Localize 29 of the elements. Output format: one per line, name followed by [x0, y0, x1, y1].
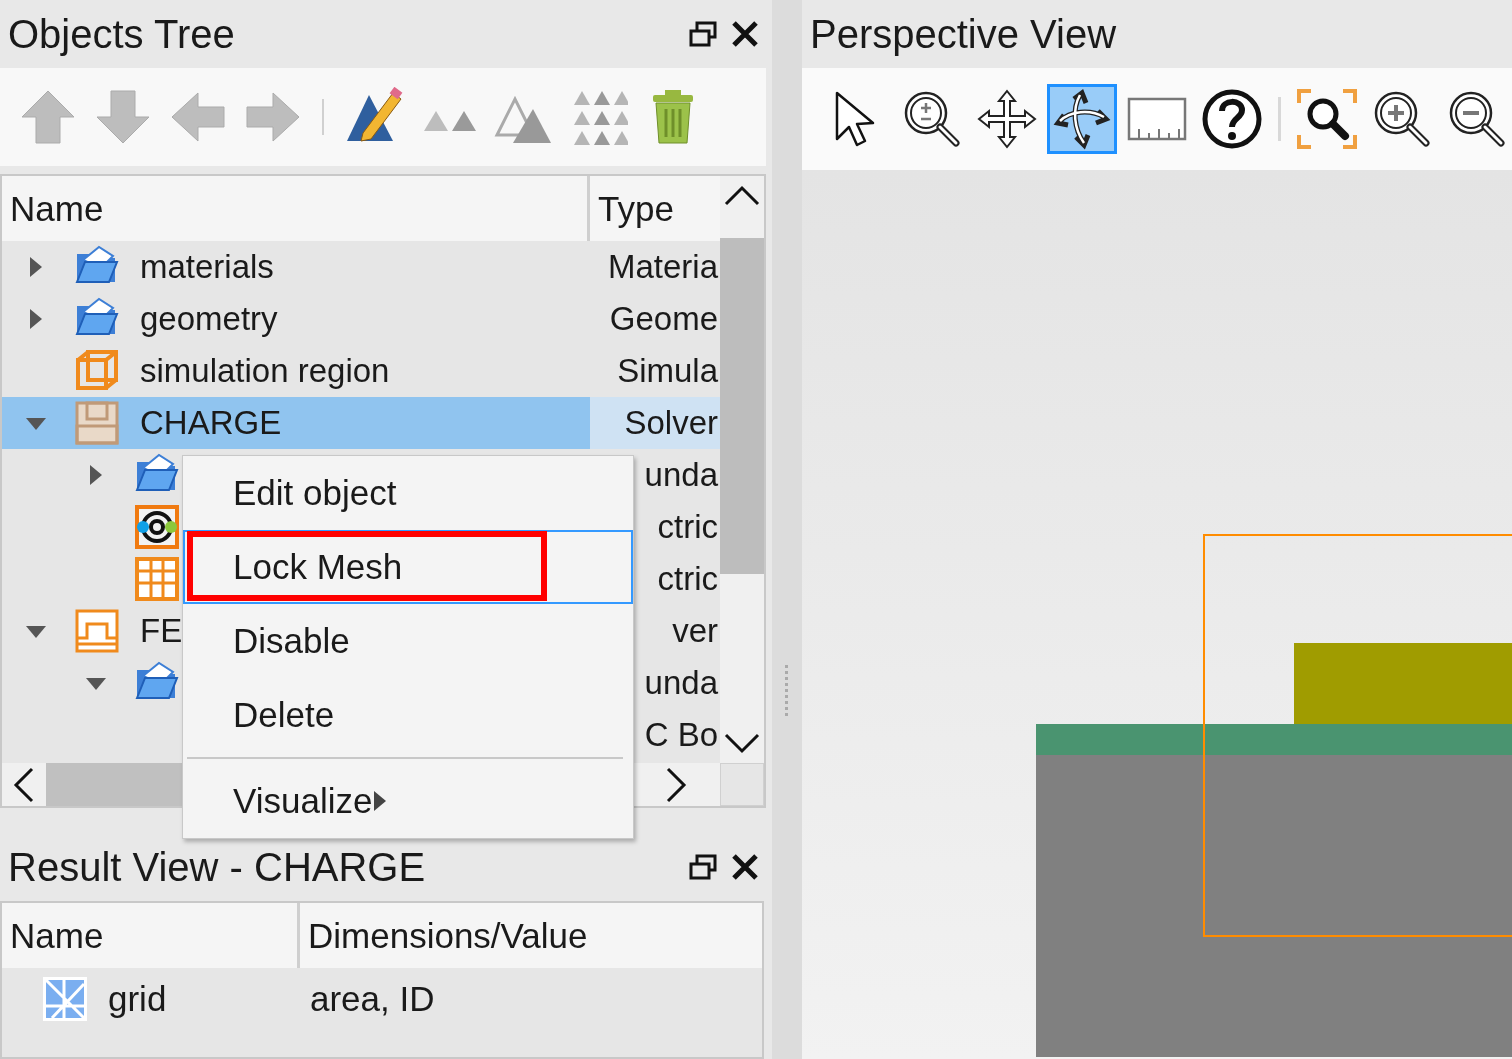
table-cell: grid — [108, 979, 167, 1019]
mesh-icon — [134, 556, 180, 602]
grid-icon — [42, 976, 88, 1022]
restore-icon[interactable] — [688, 853, 718, 881]
type-cell: Solver — [590, 397, 720, 449]
item-label: simulation region — [140, 352, 390, 390]
tree-row[interactable]: CHARGE — [2, 397, 590, 449]
move-arrows-icon — [975, 87, 1039, 151]
table-cell-text: area, ID — [309, 978, 436, 1020]
restore-icon[interactable] — [688, 20, 718, 48]
column-header[interactable]: Type — [590, 176, 720, 241]
help-icon — [1200, 87, 1264, 151]
menu-item[interactable]: Lock Mesh — [183, 530, 633, 604]
splitter-handle[interactable] — [784, 663, 790, 719]
close-icon[interactable] — [730, 19, 760, 49]
zoom-extent-icon — [1295, 87, 1359, 151]
item-label: FE — [140, 612, 183, 650]
rotate-arrows-tool[interactable] — [1047, 84, 1117, 154]
panel-title: Result View - CHARGE — [8, 844, 427, 890]
column-header[interactable]: Name — [2, 903, 300, 968]
panel-title: Objects Tree — [8, 11, 236, 57]
item-label: geometry — [140, 300, 278, 338]
scrollbar-thumb[interactable] — [720, 238, 764, 574]
item-label: CHARGE — [140, 404, 282, 442]
close-icon[interactable] — [730, 852, 760, 882]
column-header[interactable]: Dimensions/Value — [300, 903, 762, 968]
item-label: materials — [140, 248, 274, 286]
panel-title: Perspective View — [810, 11, 1118, 57]
menu-item[interactable]: Visualize — [183, 764, 633, 838]
